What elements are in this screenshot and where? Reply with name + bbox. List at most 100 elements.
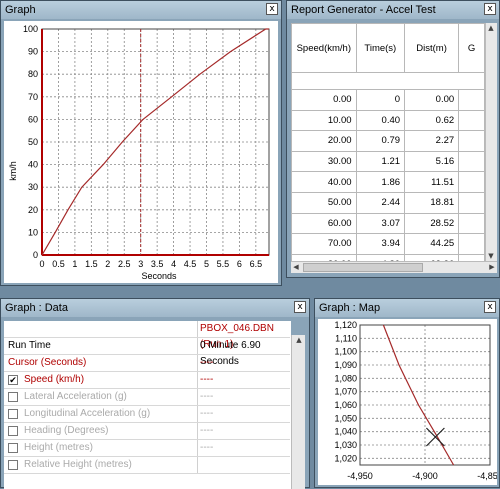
report-cell-g[interactable]	[458, 253, 485, 261]
report-cell[interactable]: 50.00	[291, 191, 357, 214]
scroll-up-icon[interactable]: ▲	[294, 335, 304, 345]
report-cell[interactable]: 18.81	[404, 191, 460, 214]
report-row[interactable]: 70.00 3.94 44.25	[291, 233, 485, 255]
close-icon: x	[269, 4, 275, 14]
x-axis-label: Seconds	[141, 271, 177, 281]
checkbox-checked[interactable]: ✔	[8, 375, 18, 385]
report-cell-g[interactable]	[458, 171, 485, 193]
map-y-tick-label: 1,100	[334, 347, 357, 357]
report-cell[interactable]: 1.21	[355, 150, 406, 173]
x-tick-label: 0	[39, 259, 44, 269]
report-row[interactable]: 10.00 0.40 0.62	[291, 109, 485, 132]
report-cell-g[interactable]	[458, 191, 485, 214]
report-row[interactable]: 0.00 0 0.00	[291, 89, 485, 111]
report-window: Report Generator - Accel Test x Speed(km…	[286, 0, 500, 278]
report-row[interactable]: 40.00 1.86 11.51	[291, 171, 485, 193]
x-tick-label: 1.5	[85, 259, 98, 269]
report-horizontal-scrollbar[interactable]: ◀ ▶	[291, 261, 497, 273]
data-row[interactable]: Run Time 0 Minute 6.90 Seconds	[4, 338, 290, 367]
scroll-right-icon[interactable]: ▶	[487, 262, 497, 272]
checkbox[interactable]	[8, 392, 18, 402]
data-row[interactable]: Relative Height (metres)	[4, 457, 290, 474]
graph-close-button[interactable]: x	[266, 3, 278, 15]
report-cell-g[interactable]	[458, 212, 485, 235]
report-cell[interactable]: 1.86	[355, 171, 406, 193]
report-row[interactable]: 30.00 1.21 5.16	[291, 150, 485, 173]
data-close-button[interactable]: x	[294, 301, 306, 313]
map-chart[interactable]: 1,120 1,110 1,100 1,090 1,080 1,070 1,060 1,050…	[318, 319, 500, 485]
data-vertical-scrollbar[interactable]: ▲	[291, 335, 305, 489]
col-header-g[interactable]: G	[458, 23, 485, 73]
map-x-tick-label: -4,900	[412, 471, 438, 481]
report-cell[interactable]: 28.52	[404, 212, 460, 235]
data-row[interactable]: Height (metres) ----	[4, 440, 290, 457]
report-row[interactable]: 50.00 2.44 18.81	[291, 191, 485, 214]
map-x-tick-label: -4,850	[477, 471, 497, 481]
report-cell[interactable]: 60.00	[291, 212, 357, 235]
data-row-label: Longitudinal Acceleration (g)	[24, 408, 151, 419]
checkbox[interactable]	[8, 426, 18, 436]
report-cell[interactable]: 62.26	[404, 253, 460, 261]
report-cell[interactable]: 40.00	[291, 171, 357, 193]
report-cell-g[interactable]	[458, 89, 485, 111]
checkbox[interactable]	[8, 460, 18, 470]
report-vertical-scrollbar[interactable]: ▲ ▼	[485, 23, 497, 261]
report-cell[interactable]: 0.62	[404, 109, 460, 132]
map-close-button[interactable]: x	[484, 301, 496, 313]
col-header-dist[interactable]: Dist(m)	[404, 23, 460, 73]
report-cell[interactable]: 0.00	[291, 89, 357, 111]
map-y-tick-label: 1,040	[334, 427, 357, 437]
checkbox[interactable]	[8, 443, 18, 453]
graph-plot-area[interactable]: 0 10 20 30 40 50 60 70 80 90 100 0 0.5 1 1.5 2 2.5 3 3.5 4…	[4, 21, 278, 283]
report-cell[interactable]: 2.44	[355, 191, 406, 214]
col-header-time[interactable]: Time(s)	[355, 23, 406, 73]
report-cell[interactable]: 5.16	[404, 150, 460, 173]
report-cell[interactable]: 0.00	[404, 89, 460, 111]
scroll-left-icon[interactable]: ◀	[291, 262, 301, 272]
report-cell[interactable]: 70.00	[291, 233, 357, 255]
data-row-value: ----	[200, 442, 214, 453]
report-cell[interactable]: 3.07	[355, 212, 406, 235]
report-cell[interactable]: 3.94	[355, 233, 406, 255]
scroll-down-icon[interactable]: ▼	[486, 251, 496, 261]
report-cell-g[interactable]	[458, 150, 485, 173]
report-cell[interactable]: 2.27	[404, 130, 460, 152]
col-header-speed[interactable]: Speed(km/h)	[291, 23, 357, 73]
speed-time-chart[interactable]: 0 10 20 30 40 50 60 70 80 90 100 0 0.5 1 1.5 2 2.5 3 3.5 4…	[4, 21, 278, 283]
report-row[interactable]: 60.00 3.07 28.52	[291, 212, 485, 235]
blank-row	[291, 72, 485, 90]
report-cell-g[interactable]	[458, 233, 485, 255]
report-cell[interactable]: 20.00	[291, 130, 357, 152]
x-tick-label: 3	[138, 259, 143, 269]
report-close-button[interactable]: x	[484, 3, 496, 15]
report-cell[interactable]: 4.80	[355, 253, 406, 261]
report-row[interactable]: 80.004.8062.26	[291, 253, 485, 261]
data-row[interactable]: Longitudinal Acceleration (g) ----	[4, 406, 290, 423]
report-window-title: Report Generator - Accel Test	[287, 1, 499, 19]
data-row[interactable]: ✔ Speed (km/h) ----	[4, 372, 290, 389]
report-cell[interactable]: 10.00	[291, 109, 357, 132]
y-tick-label: 0	[33, 250, 38, 260]
data-row[interactable]: Lateral Acceleration (g) ----	[4, 389, 290, 406]
report-cell[interactable]: 11.51	[404, 171, 460, 193]
data-row-label: Height (metres)	[24, 442, 93, 453]
scroll-up-icon[interactable]: ▲	[486, 23, 496, 33]
report-cell[interactable]: 0.79	[355, 130, 406, 152]
report-cell-g[interactable]	[458, 130, 485, 152]
data-row[interactable]: Cursor (Seconds) ----	[4, 355, 290, 372]
report-cell[interactable]: 0.40	[355, 109, 406, 132]
report-cell[interactable]: 80.00	[291, 253, 357, 261]
y-tick-label: 40	[28, 160, 38, 170]
map-y-tick-label: 1,050	[334, 413, 357, 423]
report-row[interactable]: 20.00 0.79 2.27	[291, 130, 485, 152]
x-tick-label: 5.5	[217, 259, 230, 269]
report-cell-g[interactable]	[458, 109, 485, 132]
report-cell[interactable]: 0	[355, 89, 406, 111]
report-cell[interactable]: 44.25	[404, 233, 460, 255]
scroll-thumb[interactable]	[303, 263, 423, 272]
report-cell[interactable]: 30.00	[291, 150, 357, 173]
checkbox[interactable]	[8, 409, 18, 419]
map-plot-area[interactable]: 1,120 1,110 1,100 1,090 1,080 1,070 1,060 1,050…	[318, 319, 500, 485]
y-tick-label: 90	[28, 47, 38, 57]
data-row[interactable]: Heading (Degrees) ----	[4, 423, 290, 440]
